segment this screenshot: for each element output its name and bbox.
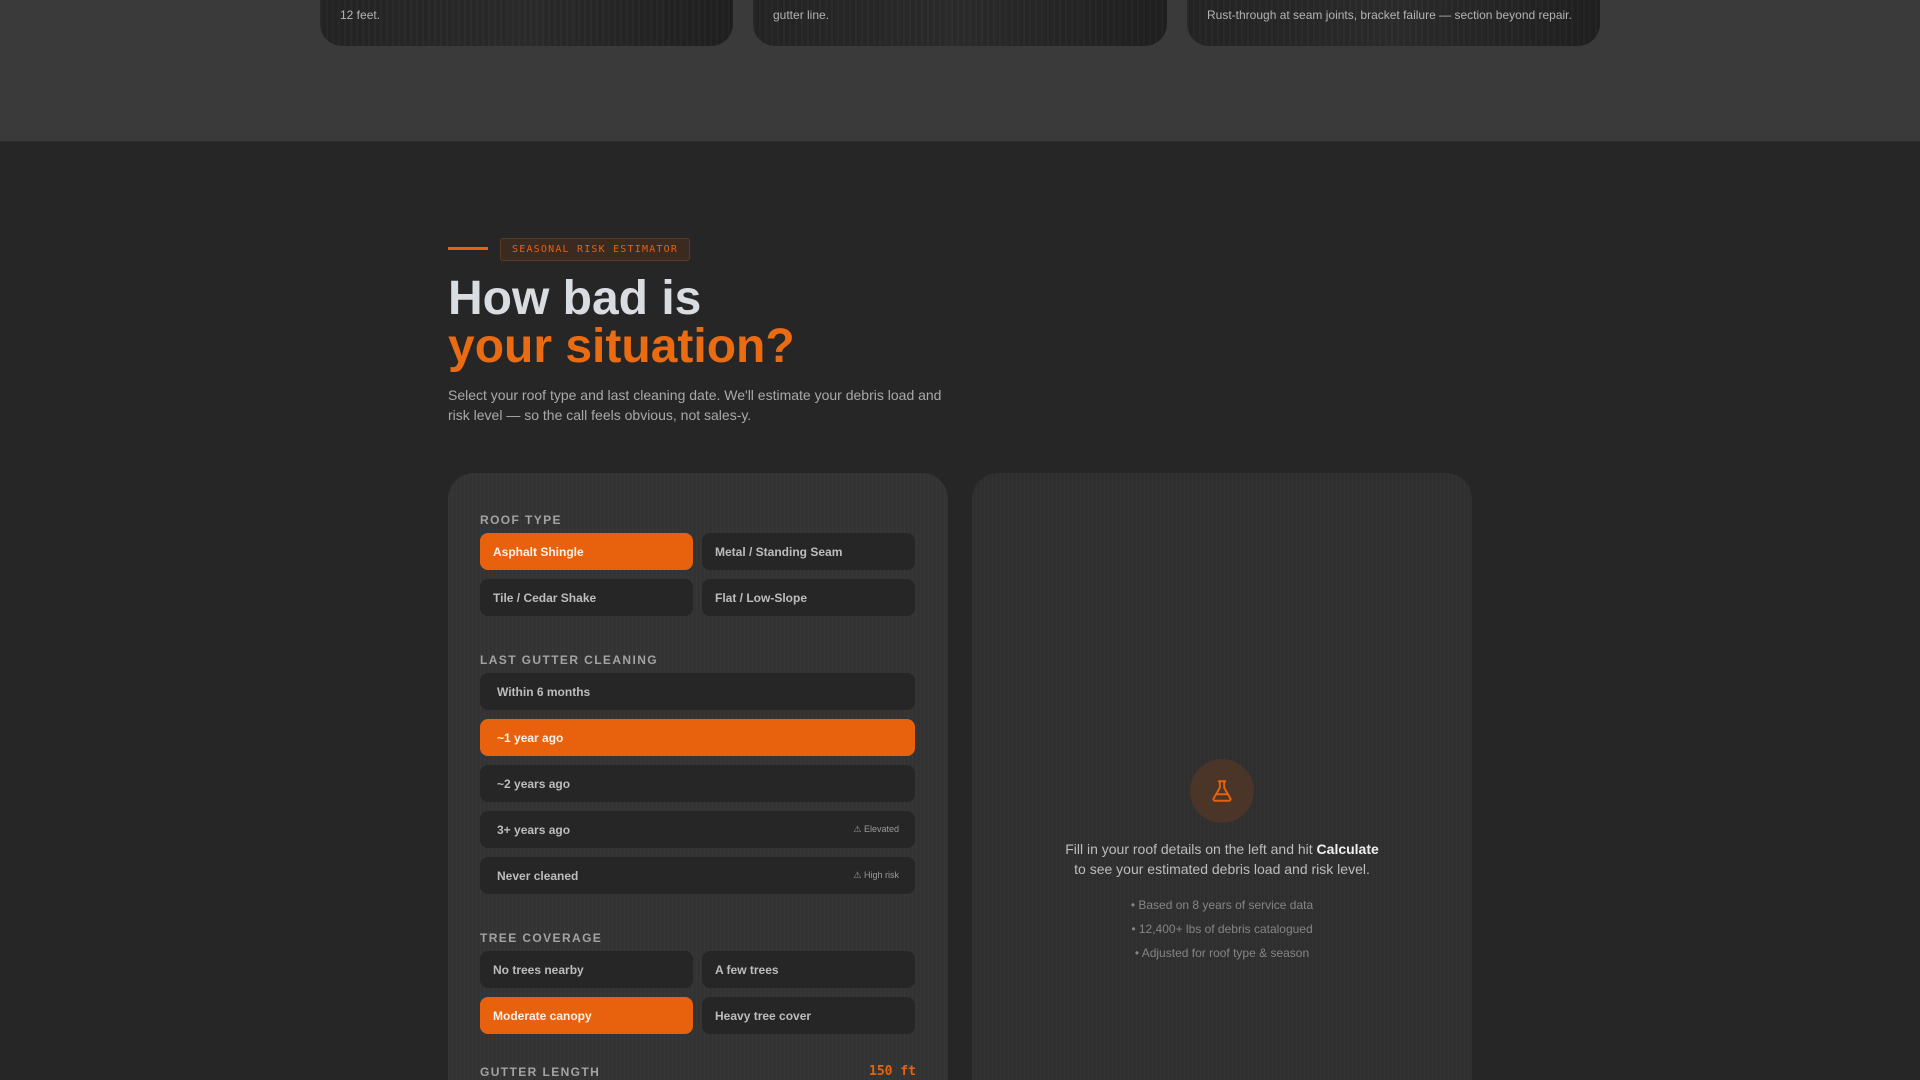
roof-option-asphalt[interactable]: Asphalt Shingle	[480, 533, 693, 570]
project-card[interactable]: 12 feet.	[320, 0, 733, 46]
roof-option-flat[interactable]: Flat / Low-Slope	[702, 579, 915, 616]
prompt-text-end: to see your estimated debris load and ri…	[1074, 861, 1370, 877]
project-card[interactable]: Rust-through at seam joints, bracket fai…	[1187, 0, 1600, 46]
tree-option-heavy[interactable]: Heavy tree cover	[702, 997, 915, 1034]
cleaning-option-2-years[interactable]: ~2 years ago	[480, 765, 915, 802]
gutter-length-label: GUTTER LENGTH	[480, 1065, 601, 1079]
flask-icon	[1190, 759, 1254, 823]
risk-tag-high: ⚠ High risk	[853, 870, 899, 880]
section-headline: How bad is your situation?	[448, 275, 795, 371]
risk-tag-elevated: ⚠ Elevated	[853, 824, 899, 834]
roof-type-label: ROOF TYPE	[480, 513, 562, 527]
cleaning-option-never[interactable]: Never cleaned ⚠ High risk	[480, 857, 915, 894]
cleaning-option-label: ~2 years ago	[497, 776, 571, 791]
project-card-caption: 12 feet.	[340, 8, 381, 22]
section-eyebrow: SEASONAL RISK ESTIMATOR	[500, 238, 691, 261]
list-item: • Adjusted for roof type & season	[1134, 946, 1310, 960]
project-card[interactable]: gutter line.	[753, 0, 1167, 46]
estimator-form-panel: ROOF TYPE Asphalt Shingle Metal / Standi…	[448, 473, 948, 1080]
cleaning-option-6-months[interactable]: Within 6 months	[480, 673, 915, 710]
tree-option-moderate[interactable]: Moderate canopy	[480, 997, 693, 1034]
prompt-calculate-keyword: Calculate	[1316, 841, 1379, 857]
roof-option-metal[interactable]: Metal / Standing Seam	[702, 533, 915, 570]
cleaning-option-label: Within 6 months	[497, 684, 591, 699]
eyebrow-accent-line	[448, 247, 488, 250]
prompt-text-start: Fill in your roof details on the left an…	[1065, 841, 1317, 857]
result-placeholder-text: Fill in your roof details on the left an…	[1012, 839, 1432, 879]
tree-coverage-label: TREE COVERAGE	[480, 931, 603, 945]
cleaning-option-label: 3+ years ago	[497, 822, 571, 837]
result-credibility-list: • Based on 8 years of service data • 12,…	[1012, 893, 1432, 965]
section-subtext: Select your roof type and last cleaning …	[448, 387, 942, 423]
cleaning-option-1-year[interactable]: ~1 year ago	[480, 719, 915, 756]
tree-option-none[interactable]: No trees nearby	[480, 951, 693, 988]
last-cleaning-label: LAST GUTTER CLEANING	[480, 653, 658, 667]
estimate-result-panel: Fill in your roof details on the left an…	[972, 473, 1472, 1080]
cleaning-option-label: ~1 year ago	[497, 730, 564, 745]
list-item: • 12,400+ lbs of debris catalogued	[1131, 922, 1313, 936]
cleaning-option-3-years[interactable]: 3+ years ago ⚠ Elevated	[480, 811, 915, 848]
tree-option-few[interactable]: A few trees	[702, 951, 915, 988]
list-item: • Based on 8 years of service data	[1130, 898, 1314, 912]
roof-option-tile[interactable]: Tile / Cedar Shake	[480, 579, 693, 616]
gutter-length-value: 150 ft	[869, 1064, 916, 1079]
headline-line-1: How bad is	[448, 272, 702, 325]
cleaning-option-label: Never cleaned	[497, 868, 579, 883]
headline-line-2: your situation?	[448, 320, 795, 373]
project-card-caption: Rust-through at seam joints, bracket fai…	[1207, 8, 1572, 22]
project-gallery-band: 12 feet. gutter line. Rust-through at se…	[0, 0, 1920, 142]
project-card-caption: gutter line.	[773, 8, 830, 22]
